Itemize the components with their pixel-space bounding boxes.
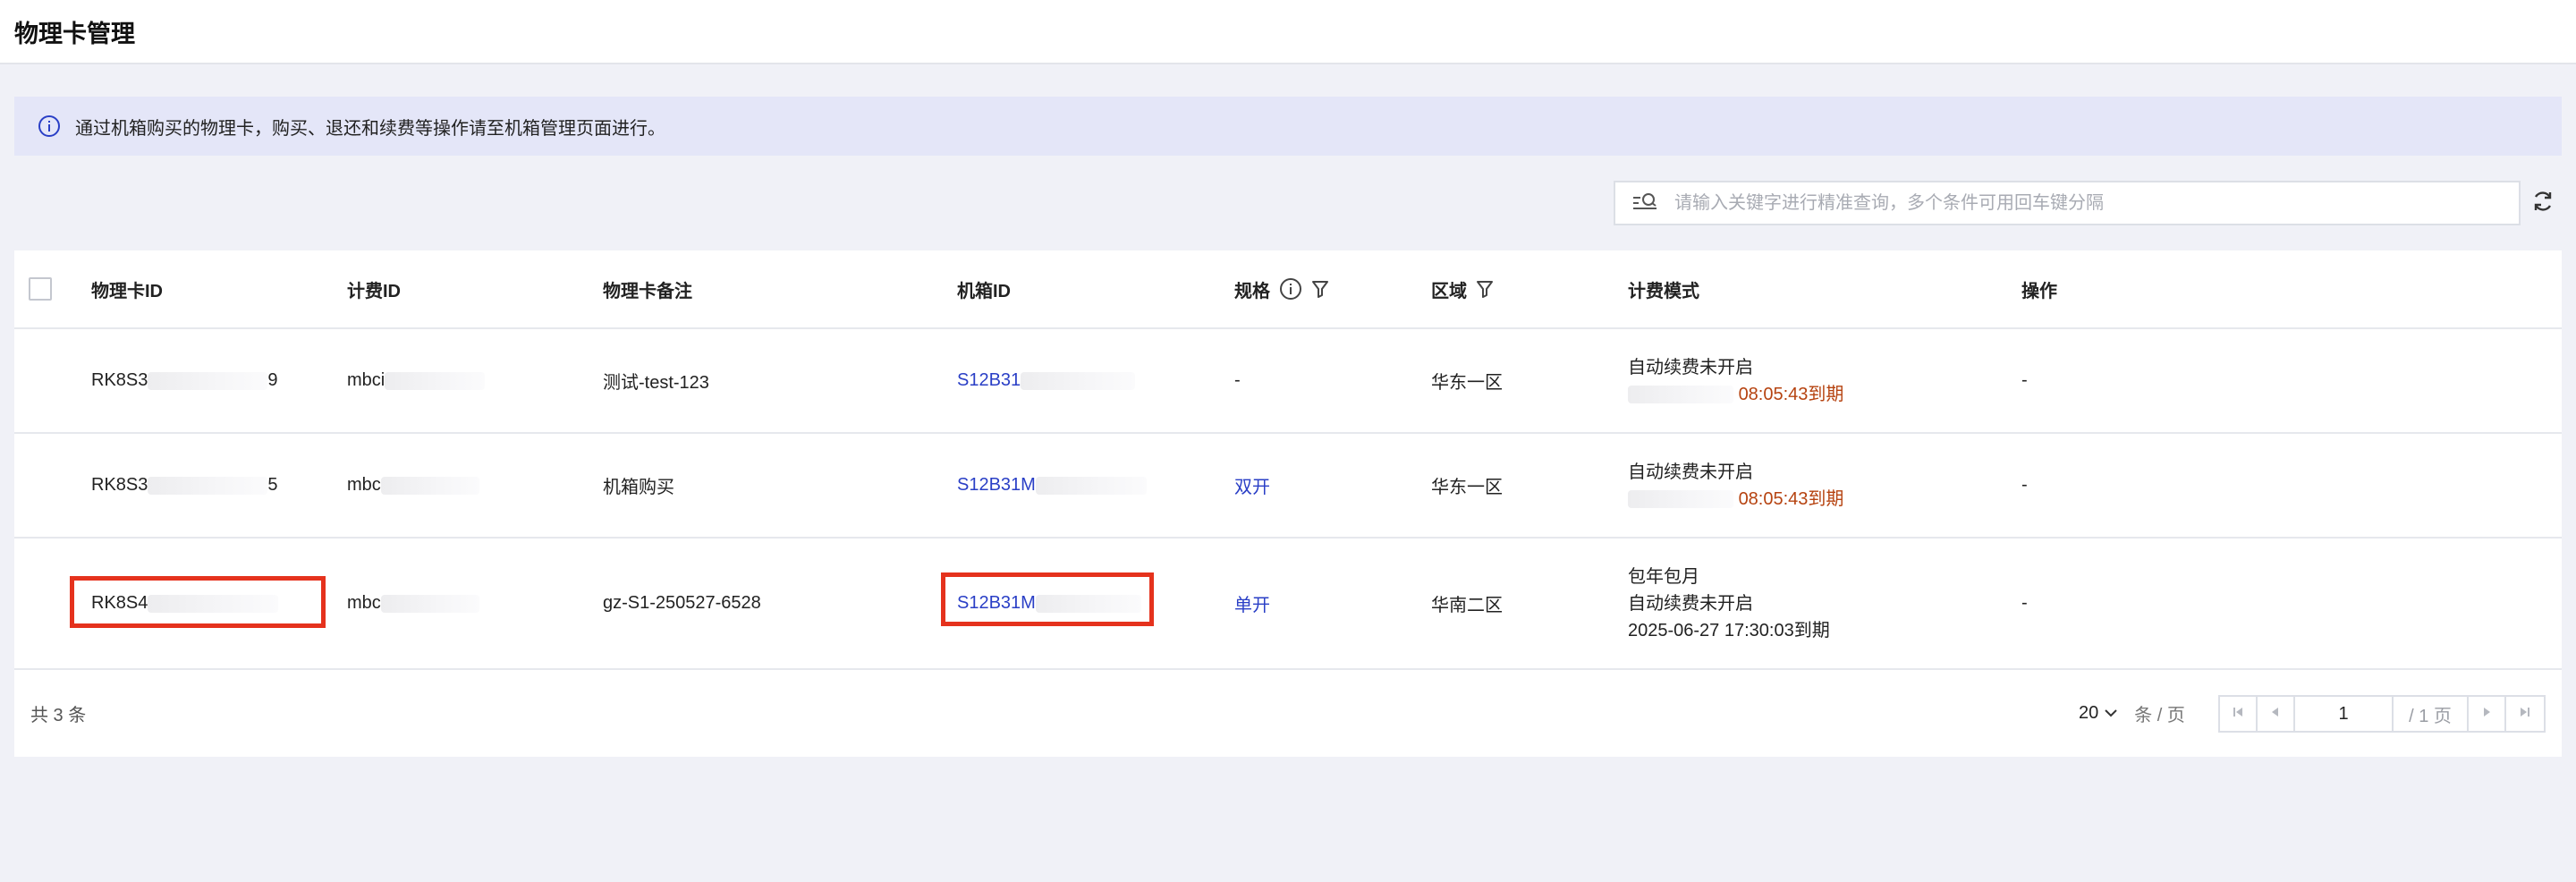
card-id-tail: 9 — [267, 370, 278, 390]
info-notice: 通过机箱购买的物理卡，购买、退还和续费等操作请至机箱管理页面进行。 — [14, 97, 2562, 156]
card-note: gz-S1-250527-6528 — [603, 593, 761, 613]
filter-icon[interactable] — [1311, 279, 1329, 299]
redacted-text — [1628, 386, 1733, 404]
pagination: 1 / 1 页 — [2218, 695, 2546, 733]
box-id-link[interactable]: S12B31 — [957, 370, 1021, 391]
search-box[interactable] — [1614, 181, 2521, 225]
redacted-text — [1628, 490, 1733, 509]
page-size-unit: 条 / 页 — [2134, 706, 2185, 725]
renew-status: 自动续费未开启 — [1628, 462, 1753, 482]
expire-time: 08:05:43到期 — [1738, 384, 1844, 404]
prev-page-icon — [2269, 706, 2282, 723]
redacted-text — [1021, 371, 1136, 390]
redacted-text — [148, 594, 279, 613]
table-footer: 共 3 条 20 条 / 页 1 / 1 页 — [14, 670, 2562, 757]
refresh-icon — [2530, 189, 2555, 218]
col-header-mode: 计费模式 — [1628, 281, 1699, 301]
col-header-region-label: 区域 — [1431, 281, 1467, 301]
card-note: 机箱购买 — [603, 478, 674, 497]
info-icon — [38, 114, 61, 138]
col-header-spec-label: 规格 — [1234, 281, 1270, 301]
operation-value: - — [2021, 370, 2028, 390]
filter-icon[interactable] — [1476, 279, 1494, 299]
redacted-text — [1035, 594, 1141, 613]
operation-value: - — [2021, 475, 2028, 495]
region-value: 华东一区 — [1431, 373, 1503, 393]
region-value: 华东一区 — [1431, 478, 1503, 497]
operation-value: - — [2021, 593, 2028, 613]
col-header-note: 物理卡备注 — [603, 281, 692, 301]
first-page-button[interactable] — [2220, 697, 2258, 731]
billing-type: 包年包月 — [1628, 566, 1699, 587]
spec-link[interactable]: 单开 — [1234, 539, 1270, 668]
last-page-button[interactable] — [2506, 697, 2544, 731]
notice-text: 通过机箱购买的物理卡，购买、退还和续费等操作请至机箱管理页面进行。 — [75, 118, 665, 139]
physical-card-table: 物理卡ID 计费ID 物理卡备注 机箱ID 规格 区域 计费模式 操作 RK8S… — [14, 250, 2562, 757]
total-pages: / 1 页 — [2394, 697, 2469, 731]
redacted-text — [148, 371, 268, 390]
card-id: RK8S3 — [91, 475, 148, 495]
col-header-region: 区域 — [1431, 250, 1494, 327]
box-id-cell[interactable]: S12B31 — [957, 329, 1136, 432]
card-id-cell: RK8S3 5 — [91, 434, 278, 537]
spec-value: - — [1234, 370, 1241, 390]
spec-link[interactable]: 双开 — [1234, 434, 1270, 537]
card-id-cell: RK8S4 — [91, 539, 279, 668]
expire-time: 08:05:43到期 — [1738, 488, 1844, 509]
chevron-down-icon — [2104, 703, 2118, 724]
bill-id-cell: mbci — [347, 329, 486, 432]
next-page-icon — [2480, 706, 2493, 723]
renew-status: 自动续费未开启 — [1628, 593, 1753, 614]
col-header-op: 操作 — [2021, 281, 2057, 301]
card-note: 测试-test-123 — [603, 373, 709, 393]
billing-mode-cell: 自动续费未开启 08:05:43到期 — [1628, 434, 1843, 537]
region-value: 华南二区 — [1431, 596, 1503, 615]
select-all-checkbox[interactable] — [29, 277, 52, 301]
filter-search-icon — [1615, 192, 1674, 214]
table-row: RK8S4 mbc gz-S1-250527-6528 S12B31M 单开 华… — [14, 539, 2562, 670]
table-row: RK8S3 5 mbc 机箱购买 S12B31M 双开 华东一区 自动续费未开启… — [14, 434, 2562, 539]
redacted-text — [380, 594, 479, 613]
col-header-spec: 规格 — [1234, 250, 1329, 327]
col-header-box: 机箱ID — [957, 281, 1011, 301]
bill-id-cell: mbc — [347, 539, 479, 668]
box-id-cell[interactable]: S12B31M — [957, 539, 1141, 668]
box-id-link[interactable]: S12B31M — [957, 593, 1036, 614]
redacted-text — [1035, 476, 1147, 495]
redacted-text — [380, 476, 479, 495]
bill-id: mbc — [347, 593, 381, 613]
bill-id-cell: mbc — [347, 434, 479, 537]
page-size-value: 20 — [2079, 703, 2099, 723]
info-icon[interactable] — [1279, 277, 1302, 301]
total-count: 共 3 条 — [30, 706, 87, 725]
card-id-cell: RK8S3 9 — [91, 329, 278, 432]
next-page-button[interactable] — [2469, 697, 2506, 731]
col-header-id: 物理卡ID — [91, 281, 163, 301]
top-bar: 物理卡管理 — [0, 0, 2576, 64]
first-page-icon — [2232, 706, 2244, 723]
redacted-text — [148, 476, 268, 495]
search-input[interactable] — [1674, 182, 2519, 224]
page-size-select[interactable]: 20 条 / 页 — [2079, 700, 2185, 726]
col-header-bill: 计费ID — [347, 281, 401, 301]
page-number-input[interactable]: 1 — [2295, 697, 2394, 731]
table-row: RK8S3 9 mbci 测试-test-123 S12B31 - 华东一区 自… — [14, 329, 2562, 434]
bill-id: mbci — [347, 370, 386, 390]
billing-mode-cell: 包年包月 自动续费未开启 2025-06-27 17:30:03到期 — [1628, 539, 1830, 668]
redacted-text — [385, 371, 486, 390]
card-id-tail: 5 — [267, 475, 278, 495]
prev-page-button[interactable] — [2258, 697, 2295, 731]
billing-mode-cell: 自动续费未开启 08:05:43到期 — [1628, 329, 1843, 432]
box-id-cell[interactable]: S12B31M — [957, 434, 1147, 537]
box-id-link[interactable]: S12B31M — [957, 475, 1036, 496]
card-id: RK8S4 — [91, 593, 148, 613]
last-page-icon — [2519, 706, 2531, 723]
page-title: 物理卡管理 — [14, 20, 135, 47]
card-id: RK8S3 — [91, 370, 148, 390]
table-header: 物理卡ID 计费ID 物理卡备注 机箱ID 规格 区域 计费模式 操作 — [14, 250, 2562, 329]
refresh-button[interactable] — [2528, 188, 2558, 218]
expire-time: 2025-06-27 17:30:03到期 — [1628, 620, 1830, 640]
renew-status: 自动续费未开启 — [1628, 357, 1753, 377]
bill-id: mbc — [347, 475, 381, 495]
